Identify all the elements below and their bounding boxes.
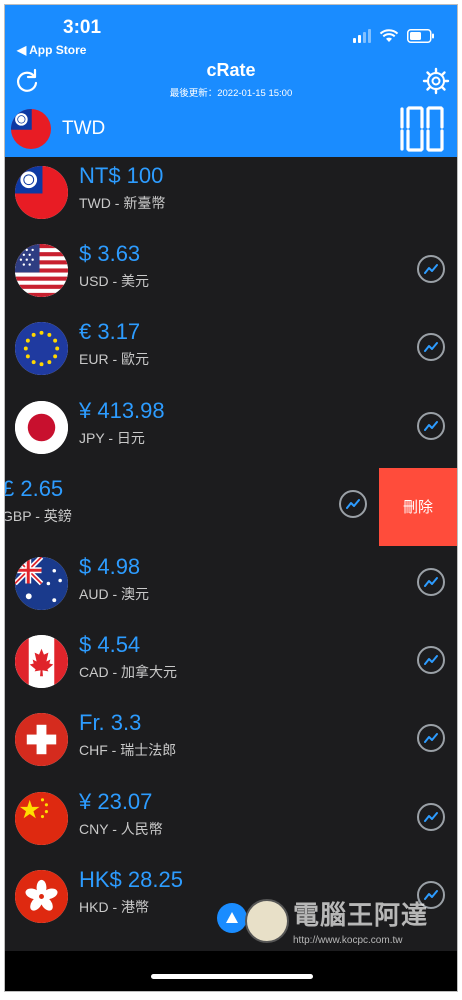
base-currency-flag[interactable] <box>11 109 51 149</box>
mascot-icon <box>245 899 289 943</box>
flag-ca-icon <box>15 635 68 689</box>
flag-tw-icon <box>15 166 68 219</box>
battery-icon <box>407 29 434 43</box>
currency-label: CNY - 人民幣 <box>79 820 163 837</box>
app-screen: 3:01 ◀ App Store cRate 最後更新：2022-01-15 1… <box>4 4 458 992</box>
currency-label: TWD - 新臺幣 <box>79 195 166 211</box>
currency-label: GBP - 英鎊 <box>4 507 72 524</box>
signal-icon <box>353 29 371 43</box>
watermark-logo: 電腦王阿達 http://www.kocpc.com.tw <box>245 891 445 957</box>
currency-row-ch[interactable]: Fr. 3.3 CHF - 瑞士法郎 <box>5 704 457 782</box>
wifi-icon <box>379 29 399 42</box>
watermark-title: 電腦王阿達 <box>293 900 429 930</box>
flag-jp-icon <box>15 400 68 454</box>
trend-chart-icon[interactable] <box>339 489 367 518</box>
trend-chart-icon[interactable] <box>417 333 445 362</box>
currency-row-eu[interactable]: € 3.17 EUR - 歐元 <box>5 313 457 391</box>
flag-hk-icon <box>15 869 68 923</box>
watermark-url: http://www.kocpc.com.tw <box>293 935 403 946</box>
flag-cn-icon <box>15 791 68 845</box>
home-indicator[interactable] <box>151 974 313 979</box>
converted-amount: € 3.17 <box>79 319 141 345</box>
trend-chart-icon[interactable] <box>417 724 445 753</box>
converted-amount: ¥ 23.07 <box>79 788 153 814</box>
currency-label: USD - 美元 <box>79 273 149 290</box>
app-title: cRate <box>206 60 256 80</box>
currency-label: CHF - 瑞士法郎 <box>79 742 177 759</box>
currency-row-tw[interactable]: NT$ 100 TWD - 新臺幣 <box>5 157 457 235</box>
converted-amount: NT$ 100 <box>79 163 164 188</box>
currency-row-gb[interactable]: £ 2.65 GBP - 英鎊 刪除 <box>4 467 457 548</box>
base-amount-display[interactable] <box>383 106 445 152</box>
trend-chart-icon[interactable] <box>417 568 445 596</box>
converted-amount: £ 2.65 <box>4 475 64 501</box>
home-indicator-area <box>5 951 457 991</box>
currency-label: AUD - 澳元 <box>79 586 149 602</box>
currency-label: JPY - 日元 <box>79 429 145 446</box>
add-currency-button[interactable] <box>217 903 247 933</box>
back-to-app-store-link[interactable]: ◀ App Store <box>17 43 86 57</box>
trend-chart-icon[interactable] <box>417 646 445 675</box>
converted-amount: ¥ 413.98 <box>79 397 165 423</box>
flag-ch-icon <box>15 713 68 767</box>
converted-amount: Fr. 3.3 <box>79 710 142 736</box>
trend-chart-icon[interactable] <box>417 411 445 440</box>
currency-row-cn[interactable]: ¥ 23.07 CNY - 人民幣 <box>5 783 457 861</box>
trend-chart-icon[interactable] <box>417 255 445 284</box>
base-currency-code[interactable]: TWD <box>62 118 105 140</box>
converted-amount: HK$ 28.25 <box>79 866 183 892</box>
converted-amount: $ 3.63 <box>79 241 141 267</box>
delete-button[interactable]: 刪除 <box>379 467 457 546</box>
currency-label: CAD - 加拿大元 <box>79 664 177 681</box>
converted-amount: $ 4.98 <box>79 554 141 579</box>
currency-row-us[interactable]: $ 3.63 USD - 美元 <box>5 235 457 313</box>
gear-icon[interactable] <box>421 66 451 96</box>
currency-label: EUR - 歐元 <box>79 351 149 368</box>
currency-row-ca[interactable]: $ 4.54 CAD - 加拿大元 <box>5 626 457 704</box>
flag-us-icon <box>15 244 68 298</box>
header: 3:01 ◀ App Store cRate 最後更新：2022-01-15 1… <box>5 5 457 157</box>
currency-row-au[interactable]: $ 4.98 AUD - 澳元 <box>5 548 457 626</box>
last-updated: 最後更新：2022-01-15 15:00 <box>169 88 293 99</box>
currency-row-jp[interactable]: ¥ 413.98 JPY - 日元 <box>5 392 457 470</box>
flag-eu-icon <box>15 322 68 376</box>
currency-label: HKD - 港幣 <box>79 898 149 915</box>
status-icons <box>353 29 435 43</box>
flag-au-icon <box>15 557 68 610</box>
converted-amount: $ 4.54 <box>79 632 141 658</box>
status-time: 3:01 <box>63 17 102 38</box>
trend-chart-icon[interactable] <box>417 802 445 831</box>
